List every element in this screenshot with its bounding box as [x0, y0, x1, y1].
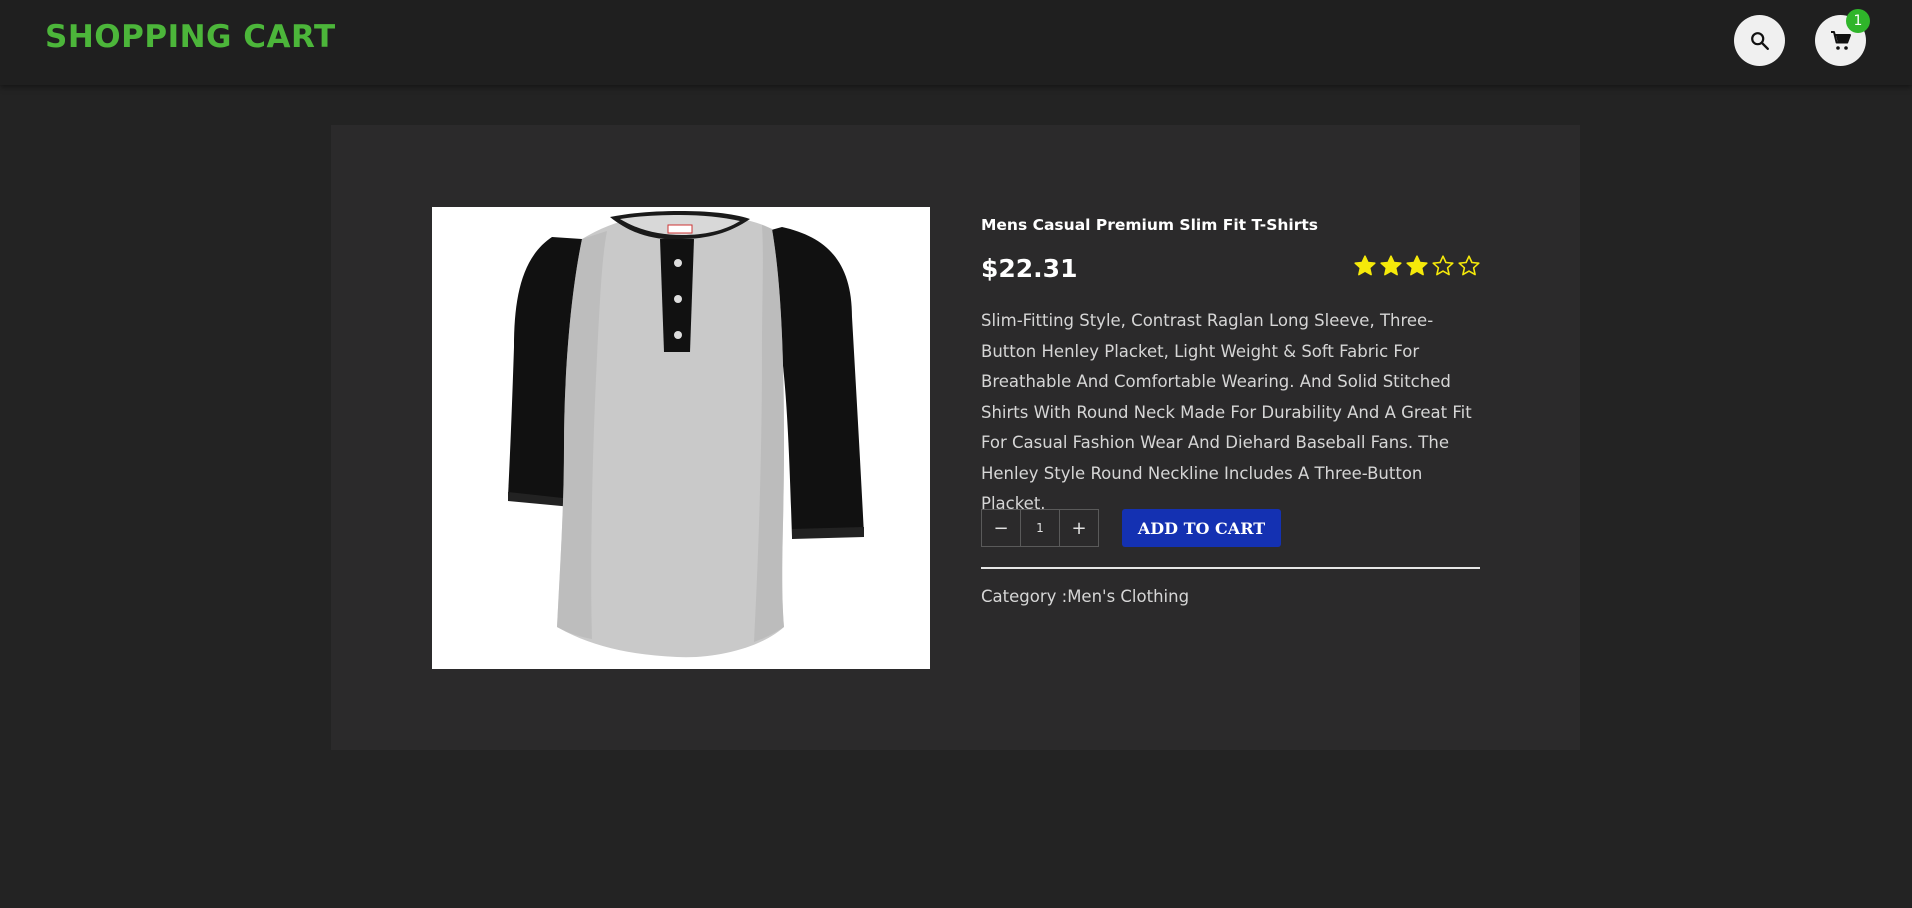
cart-icon	[1830, 30, 1851, 50]
increment-button[interactable]: +	[1059, 509, 1099, 547]
quantity-value[interactable]: 1	[1020, 509, 1060, 547]
brand-title[interactable]: SHOPPING CART	[45, 19, 336, 55]
category: Category :Men's Clothing	[981, 587, 1189, 606]
henley-shirt-image	[508, 211, 864, 658]
star-rating	[1353, 254, 1481, 278]
add-to-cart-button[interactable]: ADD TO CART	[1122, 509, 1281, 547]
decrement-button[interactable]: −	[981, 509, 1021, 547]
category-value[interactable]: Men's Clothing	[1067, 587, 1189, 606]
product-description: Slim-Fitting Style, Contrast Raglan Long…	[981, 311, 1472, 513]
star-empty-icon	[1458, 255, 1480, 276]
star-empty-icon	[1432, 255, 1454, 276]
divider	[981, 567, 1480, 569]
star-filled-icon	[1406, 255, 1428, 276]
category-label: Category :	[981, 587, 1068, 606]
cart-count-badge: 1	[1846, 9, 1870, 33]
quantity-stepper: − 1 +	[981, 509, 1099, 547]
star-filled-icon	[1380, 255, 1402, 276]
product-price: $22.31	[981, 254, 1078, 283]
product-title: Mens Casual Premium Slim Fit T-Shirts	[981, 216, 1318, 234]
product-image	[432, 207, 930, 669]
search-icon	[1750, 31, 1769, 50]
star-filled-icon	[1354, 255, 1376, 276]
top-header: SHOPPING CART 1	[0, 0, 1912, 85]
search-button[interactable]	[1734, 15, 1785, 66]
